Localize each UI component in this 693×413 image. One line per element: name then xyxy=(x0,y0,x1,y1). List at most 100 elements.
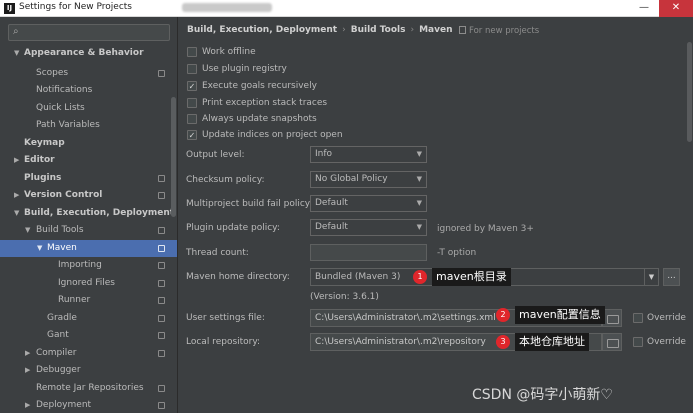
output-level-label: Output level: xyxy=(186,150,245,160)
search-input[interactable]: ⌕ xyxy=(8,24,170,41)
sidebar-item-compiler[interactable]: ▶ Compiler xyxy=(0,345,177,362)
multiproject-policy-value: Default xyxy=(315,198,348,208)
chevron-down-icon[interactable]: ▼ xyxy=(14,205,19,222)
project-settings-icon xyxy=(158,332,165,339)
check-icon[interactable]: ✓ xyxy=(187,81,197,91)
sidebar-item-label: Path Variables xyxy=(36,120,100,130)
sidebar-item-label: Gant xyxy=(47,330,69,340)
chevron-right-icon[interactable]: ▶ xyxy=(25,345,30,362)
sidebar-item-gant[interactable]: Gant xyxy=(0,327,177,344)
plugin-update-policy-select[interactable]: Default ▼ xyxy=(310,219,427,236)
sidebar-item-gradle[interactable]: Gradle xyxy=(0,310,177,327)
project-settings-icon xyxy=(158,245,165,252)
breadcrumb-item: Build, Execution, Deployment xyxy=(187,25,338,35)
sidebar-item-label: Appearance & Behavior xyxy=(24,48,144,58)
sidebar-item-plugins[interactable]: Plugins xyxy=(0,170,177,187)
checkbox-box[interactable] xyxy=(187,64,197,74)
sidebar-item-deployment[interactable]: ▶ Deployment xyxy=(0,397,177,413)
sidebar-item-label: Build, Execution, Deployment xyxy=(24,208,175,218)
chevron-down-icon[interactable]: ▼ xyxy=(25,222,30,239)
checkbox-label: Update indices on project open xyxy=(202,130,343,140)
project-settings-icon xyxy=(158,227,165,234)
minimize-button[interactable]: — xyxy=(633,0,655,17)
chevron-down-icon[interactable]: ▼ xyxy=(37,240,42,257)
checkbox-label: Print exception stack traces xyxy=(202,98,328,108)
chevron-down-icon: ▼ xyxy=(416,175,422,183)
project-settings-icon xyxy=(158,297,165,304)
checkbox-label: Always update snapshots xyxy=(202,114,317,124)
checkbox-label: Execute goals recursively xyxy=(202,81,317,91)
project-settings-icon xyxy=(158,315,165,322)
sidebar-item-maven[interactable]: ▼ Maven xyxy=(0,240,177,257)
plugin-update-policy-hint: ignored by Maven 3+ xyxy=(437,224,534,234)
sidebar-item-version-control[interactable]: ▶ Version Control xyxy=(0,187,177,204)
breadcrumb-separator: › xyxy=(342,25,346,35)
checkbox-box[interactable] xyxy=(187,114,197,124)
sidebar-item-notifications[interactable]: Notifications xyxy=(0,82,177,99)
breadcrumb-item: Maven xyxy=(419,25,453,35)
check-icon[interactable]: ✓ xyxy=(187,130,197,140)
breadcrumb: Build, Execution, Deployment › Build Tools… xyxy=(187,25,453,35)
checkbox-box[interactable] xyxy=(633,337,643,347)
document-icon xyxy=(459,26,466,34)
sidebar-item-build-execution-deployment[interactable]: ▼ Build, Execution, Deployment xyxy=(0,205,177,222)
chevron-down-icon[interactable]: ▼ xyxy=(14,45,19,62)
checksum-policy-select[interactable]: No Global Policy ▼ xyxy=(310,171,427,188)
chevron-down-icon: ▼ xyxy=(644,269,658,285)
sidebar-item-label: Compiler xyxy=(36,348,77,358)
sidebar-item-runner[interactable]: Runner xyxy=(0,292,177,309)
breadcrumb-separator: › xyxy=(410,25,415,35)
sidebar-item-debugger[interactable]: ▶ Debugger xyxy=(0,362,177,379)
sidebar-item-quick-lists[interactable]: Quick Lists xyxy=(0,100,177,117)
multiproject-policy-select[interactable]: Default ▼ xyxy=(310,195,427,212)
checksum-policy-value: No Global Policy xyxy=(315,174,388,184)
panel-scrollbar[interactable] xyxy=(687,42,692,142)
sidebar-item-label: Deployment xyxy=(36,400,92,410)
sidebar-item-label: Editor xyxy=(24,155,55,165)
checkbox-label: Work offline xyxy=(202,47,256,57)
project-settings-icon xyxy=(158,280,165,287)
sidebar-item-label: Ignored Files xyxy=(58,278,115,288)
sidebar-scrollbar[interactable] xyxy=(171,97,176,217)
sidebar-item-editor[interactable]: ▶ Editor xyxy=(0,152,177,169)
app-icon: IJ xyxy=(4,3,15,14)
annotation-badge-3: 3 xyxy=(496,335,510,349)
maven-home-value: Bundled (Maven 3) xyxy=(315,272,401,282)
chevron-right-icon[interactable]: ▶ xyxy=(14,187,19,204)
checkbox-box[interactable] xyxy=(187,98,197,108)
browse-maven-home-button[interactable]: ... xyxy=(663,268,680,286)
sidebar-item-label: Scopes xyxy=(36,68,69,78)
checkbox-box[interactable] xyxy=(187,47,197,57)
sidebar-item-build-tools[interactable]: ▼ Build Tools xyxy=(0,222,177,239)
chevron-down-icon: ▼ xyxy=(416,223,422,231)
checkbox-box[interactable] xyxy=(633,313,643,323)
sidebar-item-path-variables[interactable]: Path Variables xyxy=(0,117,177,134)
sidebar-item-keymap[interactable]: Keymap xyxy=(0,135,177,152)
annotation-maven-home: maven根目录 xyxy=(432,268,511,286)
close-button[interactable]: ✕ xyxy=(659,0,693,17)
output-level-select[interactable]: Info ▼ xyxy=(310,146,427,163)
folder-icon[interactable] xyxy=(602,333,622,351)
sidebar-item-label: Build Tools xyxy=(36,225,84,235)
thread-count-hint: -T option xyxy=(437,248,477,258)
override-label: Override xyxy=(647,313,686,323)
project-settings-icon xyxy=(158,175,165,182)
annotation-badge-1: 1 xyxy=(413,270,427,284)
chevron-right-icon[interactable]: ▶ xyxy=(25,397,30,413)
sidebar-item-importing[interactable]: Importing xyxy=(0,257,177,274)
annotation-badge-2: 2 xyxy=(496,308,510,322)
title-bar: IJ Settings for New Projects — ✕ xyxy=(0,0,693,17)
blurred-title-region xyxy=(182,3,272,12)
local-repository-label: Local repository: xyxy=(186,337,261,347)
for-new-projects-label: For new projects xyxy=(459,26,539,36)
sidebar-item-scopes[interactable]: Scopes xyxy=(0,65,177,82)
plugin-update-policy-label: Plugin update policy: xyxy=(186,223,280,233)
chevron-right-icon[interactable]: ▶ xyxy=(25,362,30,379)
sidebar-item-ignored-files[interactable]: Ignored Files xyxy=(0,275,177,292)
chevron-right-icon[interactable]: ▶ xyxy=(14,152,19,169)
thread-count-input[interactable] xyxy=(310,244,427,261)
user-settings-label: User settings file: xyxy=(186,313,265,323)
sidebar-item-remote-jar-repositories[interactable]: Remote Jar Repositories xyxy=(0,380,177,397)
folder-icon[interactable] xyxy=(602,309,622,327)
sidebar-item-appearance[interactable]: ▼ Appearance & Behavior xyxy=(0,45,177,62)
